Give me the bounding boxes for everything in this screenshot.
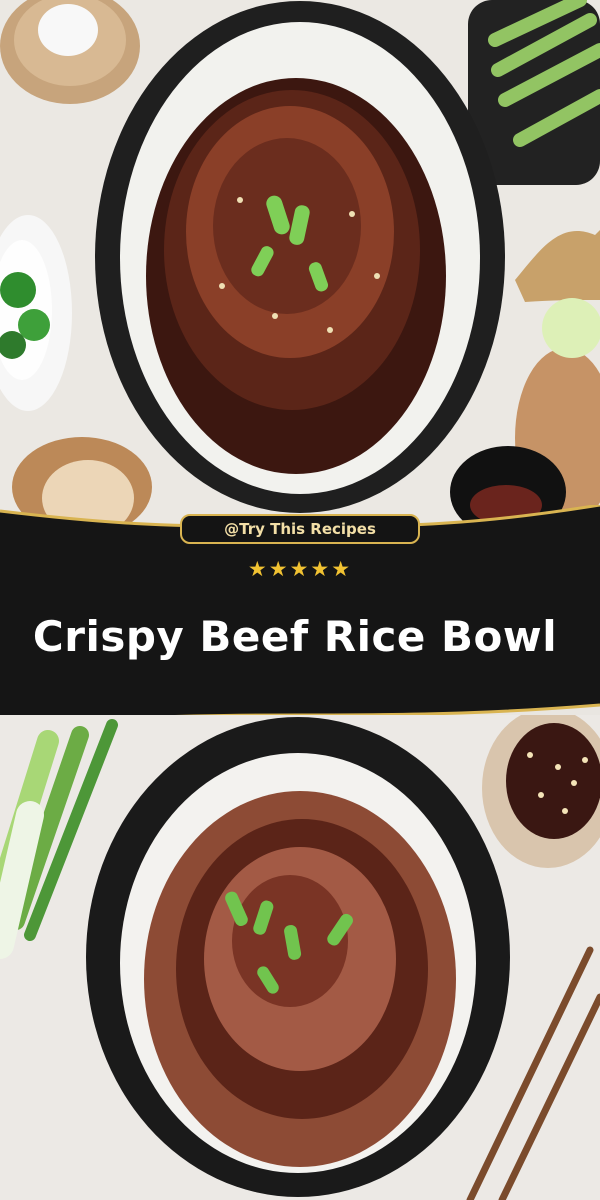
bottom-bowl: [86, 717, 510, 1197]
recipe-source-tag: @Try This Recipes: [180, 514, 420, 544]
recipe-title: Crispy Beef Rice Bowl: [32, 612, 558, 661]
top-food-photo: [0, 0, 600, 560]
bottom-food-photo: [0, 715, 600, 1200]
top-bowl: [95, 1, 505, 513]
recipe-pin: @Try This Recipes ★★★★★ Crispy Beef Rice…: [0, 0, 600, 1200]
rating-stars: ★★★★★: [247, 557, 353, 581]
